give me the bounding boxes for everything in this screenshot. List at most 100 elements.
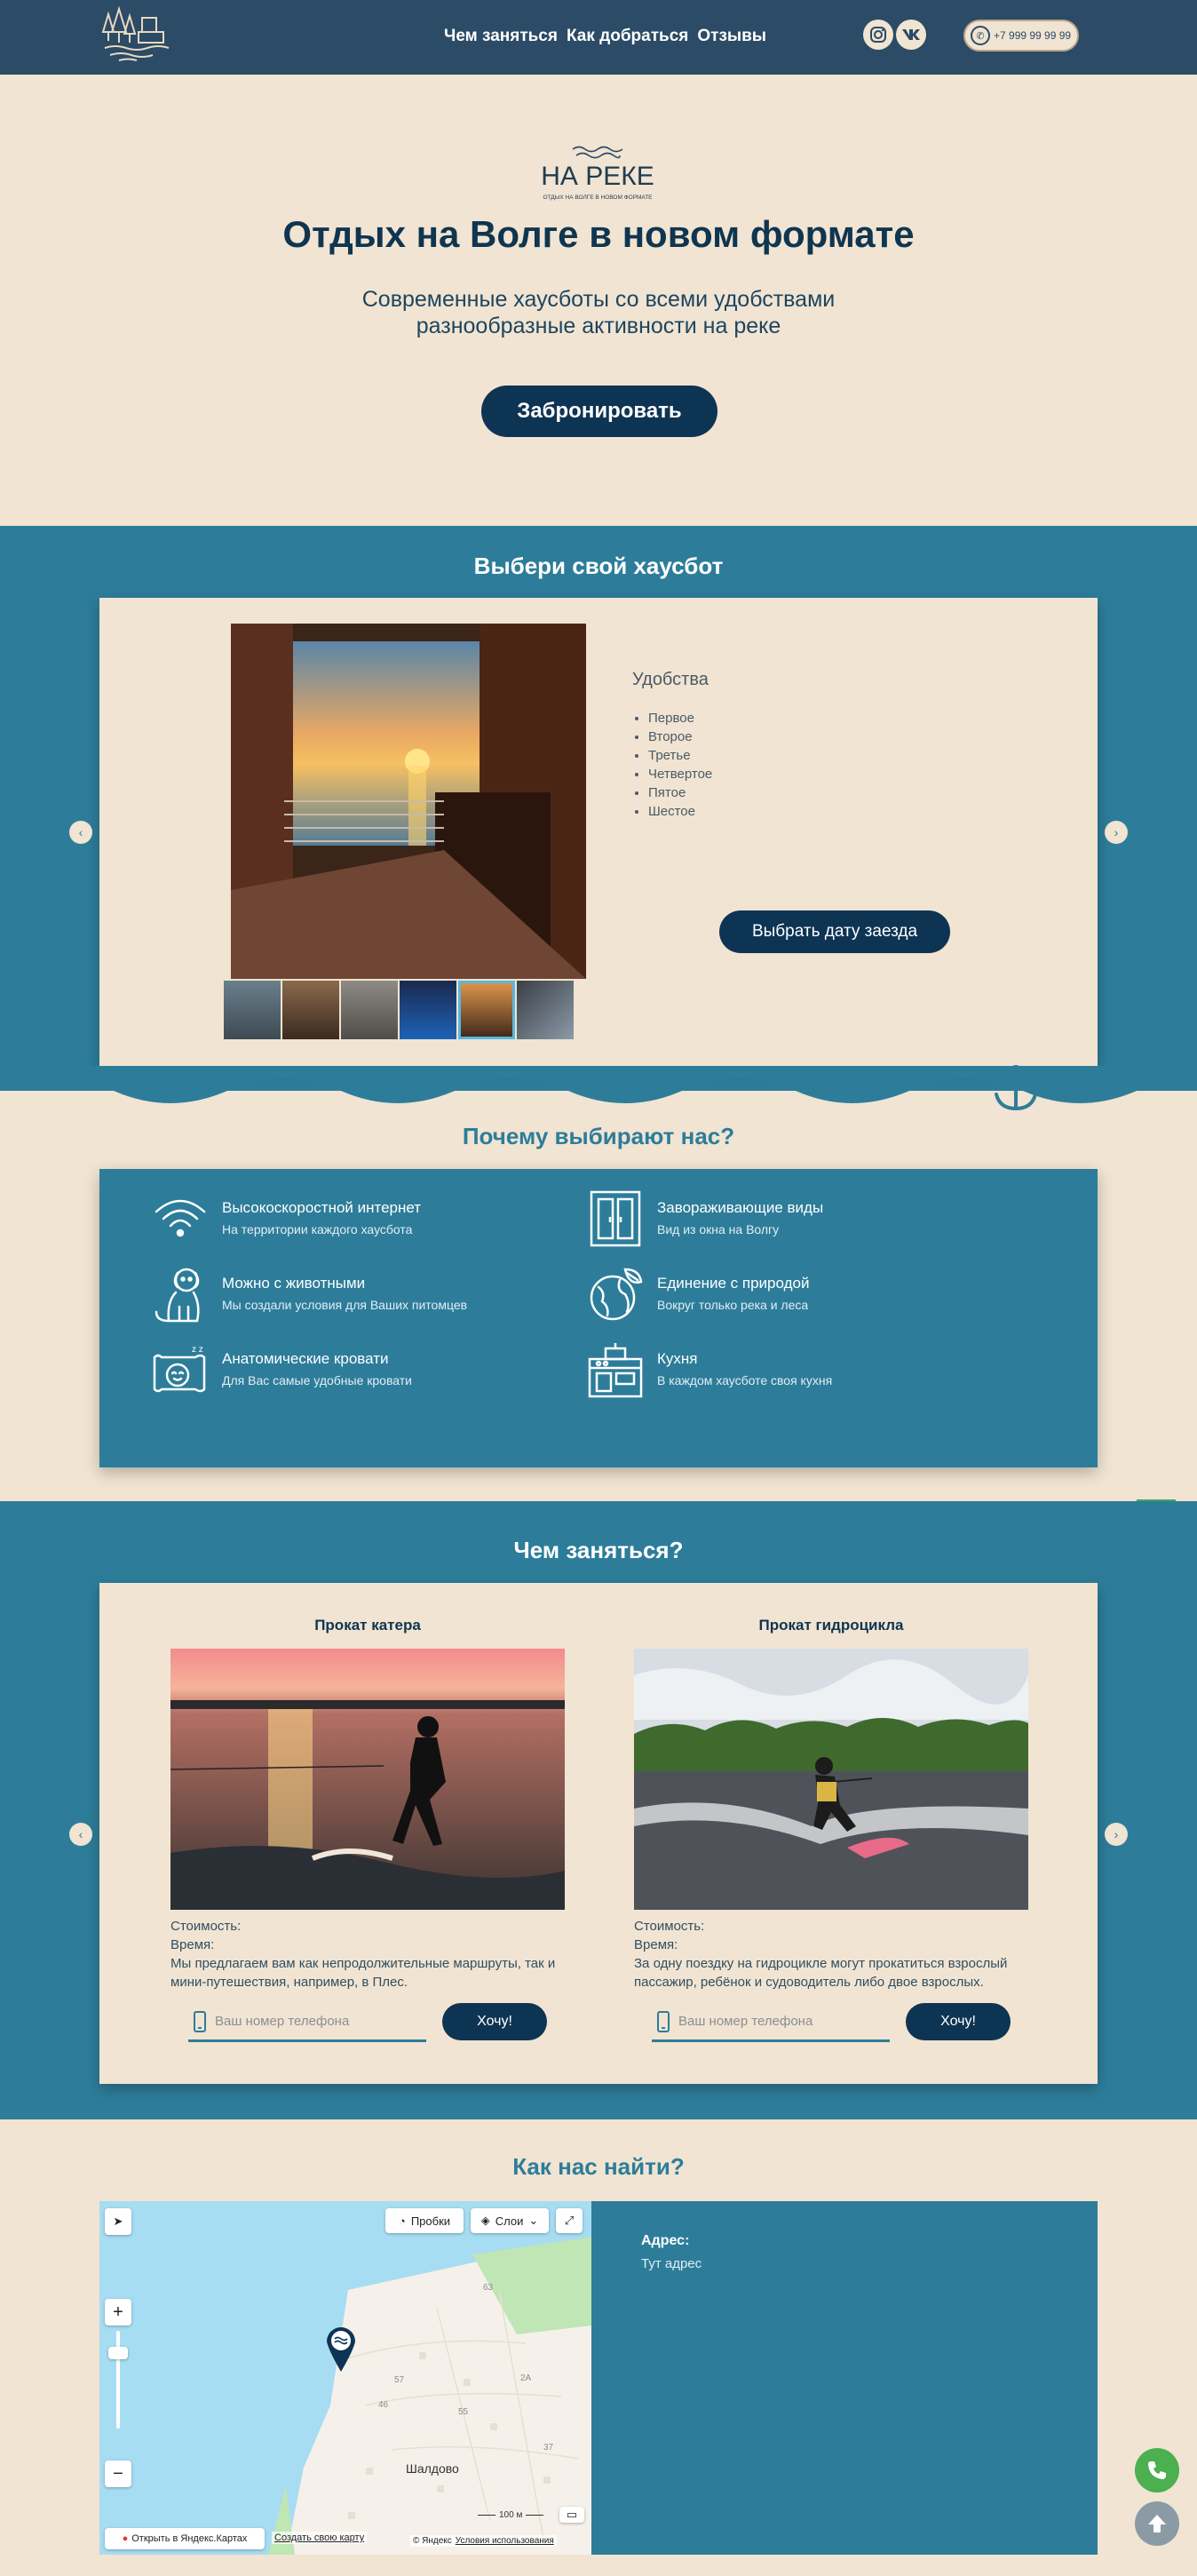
phone-input[interactable]: Ваш номер телефона <box>652 2003 890 2042</box>
dog-icon <box>155 1268 200 1323</box>
feature-desc: Для Вас самые удобные кровати <box>222 1373 412 1387</box>
houseboat-next-arrow-icon[interactable]: › <box>1105 821 1128 844</box>
yandex-map[interactable]: 63 57 2А 46 55 37 Шалдово ➤ ◔ Пробки ◈ С… <box>99 2201 591 2555</box>
location-title: Как нас найти? <box>512 2153 685 2180</box>
choose-date-button[interactable]: Выбрать дату заезда <box>719 910 950 953</box>
nav-activities[interactable]: Чем заняться <box>444 27 558 46</box>
map-scale: 100 м <box>478 2510 544 2520</box>
activity-text: Стоимость: Время: За одну поездку на гид… <box>634 1917 1028 1992</box>
map-house-number: 37 <box>543 2443 554 2453</box>
site-header: Чем заняться Как добраться Отзывы ✆ +7 9… <box>0 0 1197 75</box>
activity-price: Стоимость: <box>170 1919 242 1934</box>
phone-button[interactable]: ✆ +7 999 99 99 99 <box>963 20 1079 52</box>
amenity-item: Третье <box>648 746 712 765</box>
nav-reviews[interactable]: Отзывы <box>697 27 766 46</box>
map-zoom-in-icon[interactable]: + <box>105 2299 131 2326</box>
map-house-number: 55 <box>458 2407 469 2417</box>
map-terms-link[interactable]: Условия использования <box>456 2536 554 2546</box>
houseboat-thumbnail[interactable] <box>341 981 398 1039</box>
houseboat-thumbnail[interactable] <box>224 981 281 1039</box>
feature-title: Завораживающие виды <box>657 1199 824 1216</box>
houseboat-thumbnail[interactable] <box>400 981 456 1039</box>
call-button[interactable] <box>1135 2448 1179 2493</box>
site-logo-icon[interactable] <box>98 5 172 66</box>
map-locate-icon[interactable]: ➤ <box>105 2208 131 2235</box>
phone-icon: ✆ <box>971 26 990 45</box>
mobile-phone-icon <box>657 2010 670 2032</box>
arrow-up-icon <box>1148 2515 1166 2532</box>
location-marker-icon: ● <box>122 2533 129 2544</box>
map-traffic-button[interactable]: ◔ Пробки <box>385 2208 464 2233</box>
phone-input-placeholder: Ваш номер телефона <box>678 2014 813 2029</box>
open-in-yandex-link[interactable]: ● Открыть в Яндекс.Картах <box>105 2528 265 2549</box>
feature-title: Кухня <box>657 1350 698 1367</box>
brand-logo-text: НА РЕКЕ <box>541 162 654 191</box>
why-title: Почему выбирают нас? <box>462 1123 735 1149</box>
activities-next-arrow-icon[interactable]: › <box>1105 1823 1128 1846</box>
map-layers-label: Слои <box>495 2214 524 2228</box>
feature-desc: В каждом хаусботе своя кухня <box>657 1373 833 1387</box>
create-map-link[interactable]: Создать свою карту <box>272 2532 368 2544</box>
map-copyright: © Яндекс Условия использования <box>410 2535 557 2547</box>
houseboat-main-photo <box>231 624 586 979</box>
want-button[interactable]: Хочу! <box>442 2003 547 2040</box>
traffic-icon: ◔ <box>398 2214 406 2228</box>
instagram-icon[interactable] <box>863 20 893 50</box>
map-pin-icon[interactable] <box>323 2324 359 2373</box>
book-button[interactable]: Забронировать <box>481 386 717 437</box>
vk-icon[interactable] <box>896 20 926 50</box>
feature-title: Анатомические кровати <box>222 1350 389 1367</box>
hero-title: Отдых на Волге в новом формате <box>282 213 915 255</box>
phone-input[interactable]: Ваш номер телефона <box>188 2003 426 2042</box>
houseboat-thumbnail-active[interactable] <box>458 981 515 1039</box>
jetski-rental-photo <box>634 1649 1028 1910</box>
amenity-item: Первое <box>648 709 712 727</box>
map-house-number: 57 <box>394 2375 405 2385</box>
activities-title: Чем заняться? <box>513 1537 684 1563</box>
hero-subtitle-line2: разнообразные активности на реке <box>416 314 781 338</box>
chevron-down-icon: ⌄ <box>528 2214 539 2227</box>
map-zoom-track[interactable] <box>116 2331 120 2429</box>
boat-rental-photo <box>170 1649 565 1910</box>
amenities-list: Первое Второе Третье Четвертое Пятое Шес… <box>648 709 712 821</box>
map-traffic-label: Пробки <box>410 2214 451 2228</box>
feature-item: Можно с животными Мы создали условия для … <box>151 1266 467 1324</box>
map-layers-button[interactable]: ◈ Слои ⌄ <box>471 2208 549 2233</box>
activity-time: Время: <box>634 1937 678 1952</box>
mobile-phone-icon <box>194 2010 206 2032</box>
address-value: Тут адрес <box>641 2256 702 2271</box>
anchor-icon <box>995 1065 1037 1111</box>
amenity-item: Пятое <box>648 783 712 802</box>
map-zoom-out-icon[interactable]: − <box>105 2461 131 2487</box>
phone-input-placeholder: Ваш номер телефона <box>215 2014 350 2029</box>
map-canvas: 63 57 2А 46 55 37 Шалдово <box>268 2237 591 2555</box>
map-zoom-handle[interactable] <box>108 2347 128 2359</box>
map-fullscreen-icon[interactable]: ⤢ <box>556 2208 583 2233</box>
activity-time: Время: <box>170 1937 215 1952</box>
nav-directions[interactable]: Как добраться <box>567 27 688 46</box>
feature-item: z z Анатомические кровати Для Вас самые у… <box>151 1341 412 1400</box>
activity-title: Прокат катера <box>314 1617 421 1634</box>
map-village-label: Шалдово <box>406 2461 459 2476</box>
feature-desc: Вид из окна на Волгу <box>657 1222 780 1236</box>
feature-title: Можно с животными <box>222 1275 366 1292</box>
houseboat-prev-arrow-icon[interactable]: ‹ <box>69 821 92 844</box>
activity-desc: За одну поездку на гидроцикле могут прок… <box>634 1956 1008 1990</box>
scroll-top-button[interactable] <box>1135 2501 1179 2546</box>
feature-item: Кухня В каждом хаусботе своя кухня <box>586 1341 832 1400</box>
stove-icon <box>588 1343 643 1398</box>
phone-call-icon <box>1148 2461 1166 2479</box>
map-ruler-icon[interactable]: ▭ <box>559 2507 584 2523</box>
globe-leaf-icon <box>590 1268 643 1321</box>
feature-title: Единение с природой <box>657 1275 810 1292</box>
activities-prev-arrow-icon[interactable]: ‹ <box>69 1823 92 1846</box>
feature-item: Единение с природой Вокруг только река и … <box>586 1266 809 1324</box>
brand-logo-tagline: ОТДЫХ НА ВОЛГЕ В НОВОМ ФОРМАТЕ <box>543 195 653 201</box>
address-panel: Адрес: Тут адрес <box>591 2201 1098 2555</box>
map-house-number: 63 <box>483 2283 494 2293</box>
amenity-item: Четвертое <box>648 765 712 783</box>
want-button[interactable]: Хочу! <box>906 2003 1011 2040</box>
map-house-number: 2А <box>520 2373 532 2383</box>
feature-desc: Вокруг только река и леса <box>657 1298 809 1312</box>
houseboat-thumbnail[interactable] <box>282 981 339 1039</box>
